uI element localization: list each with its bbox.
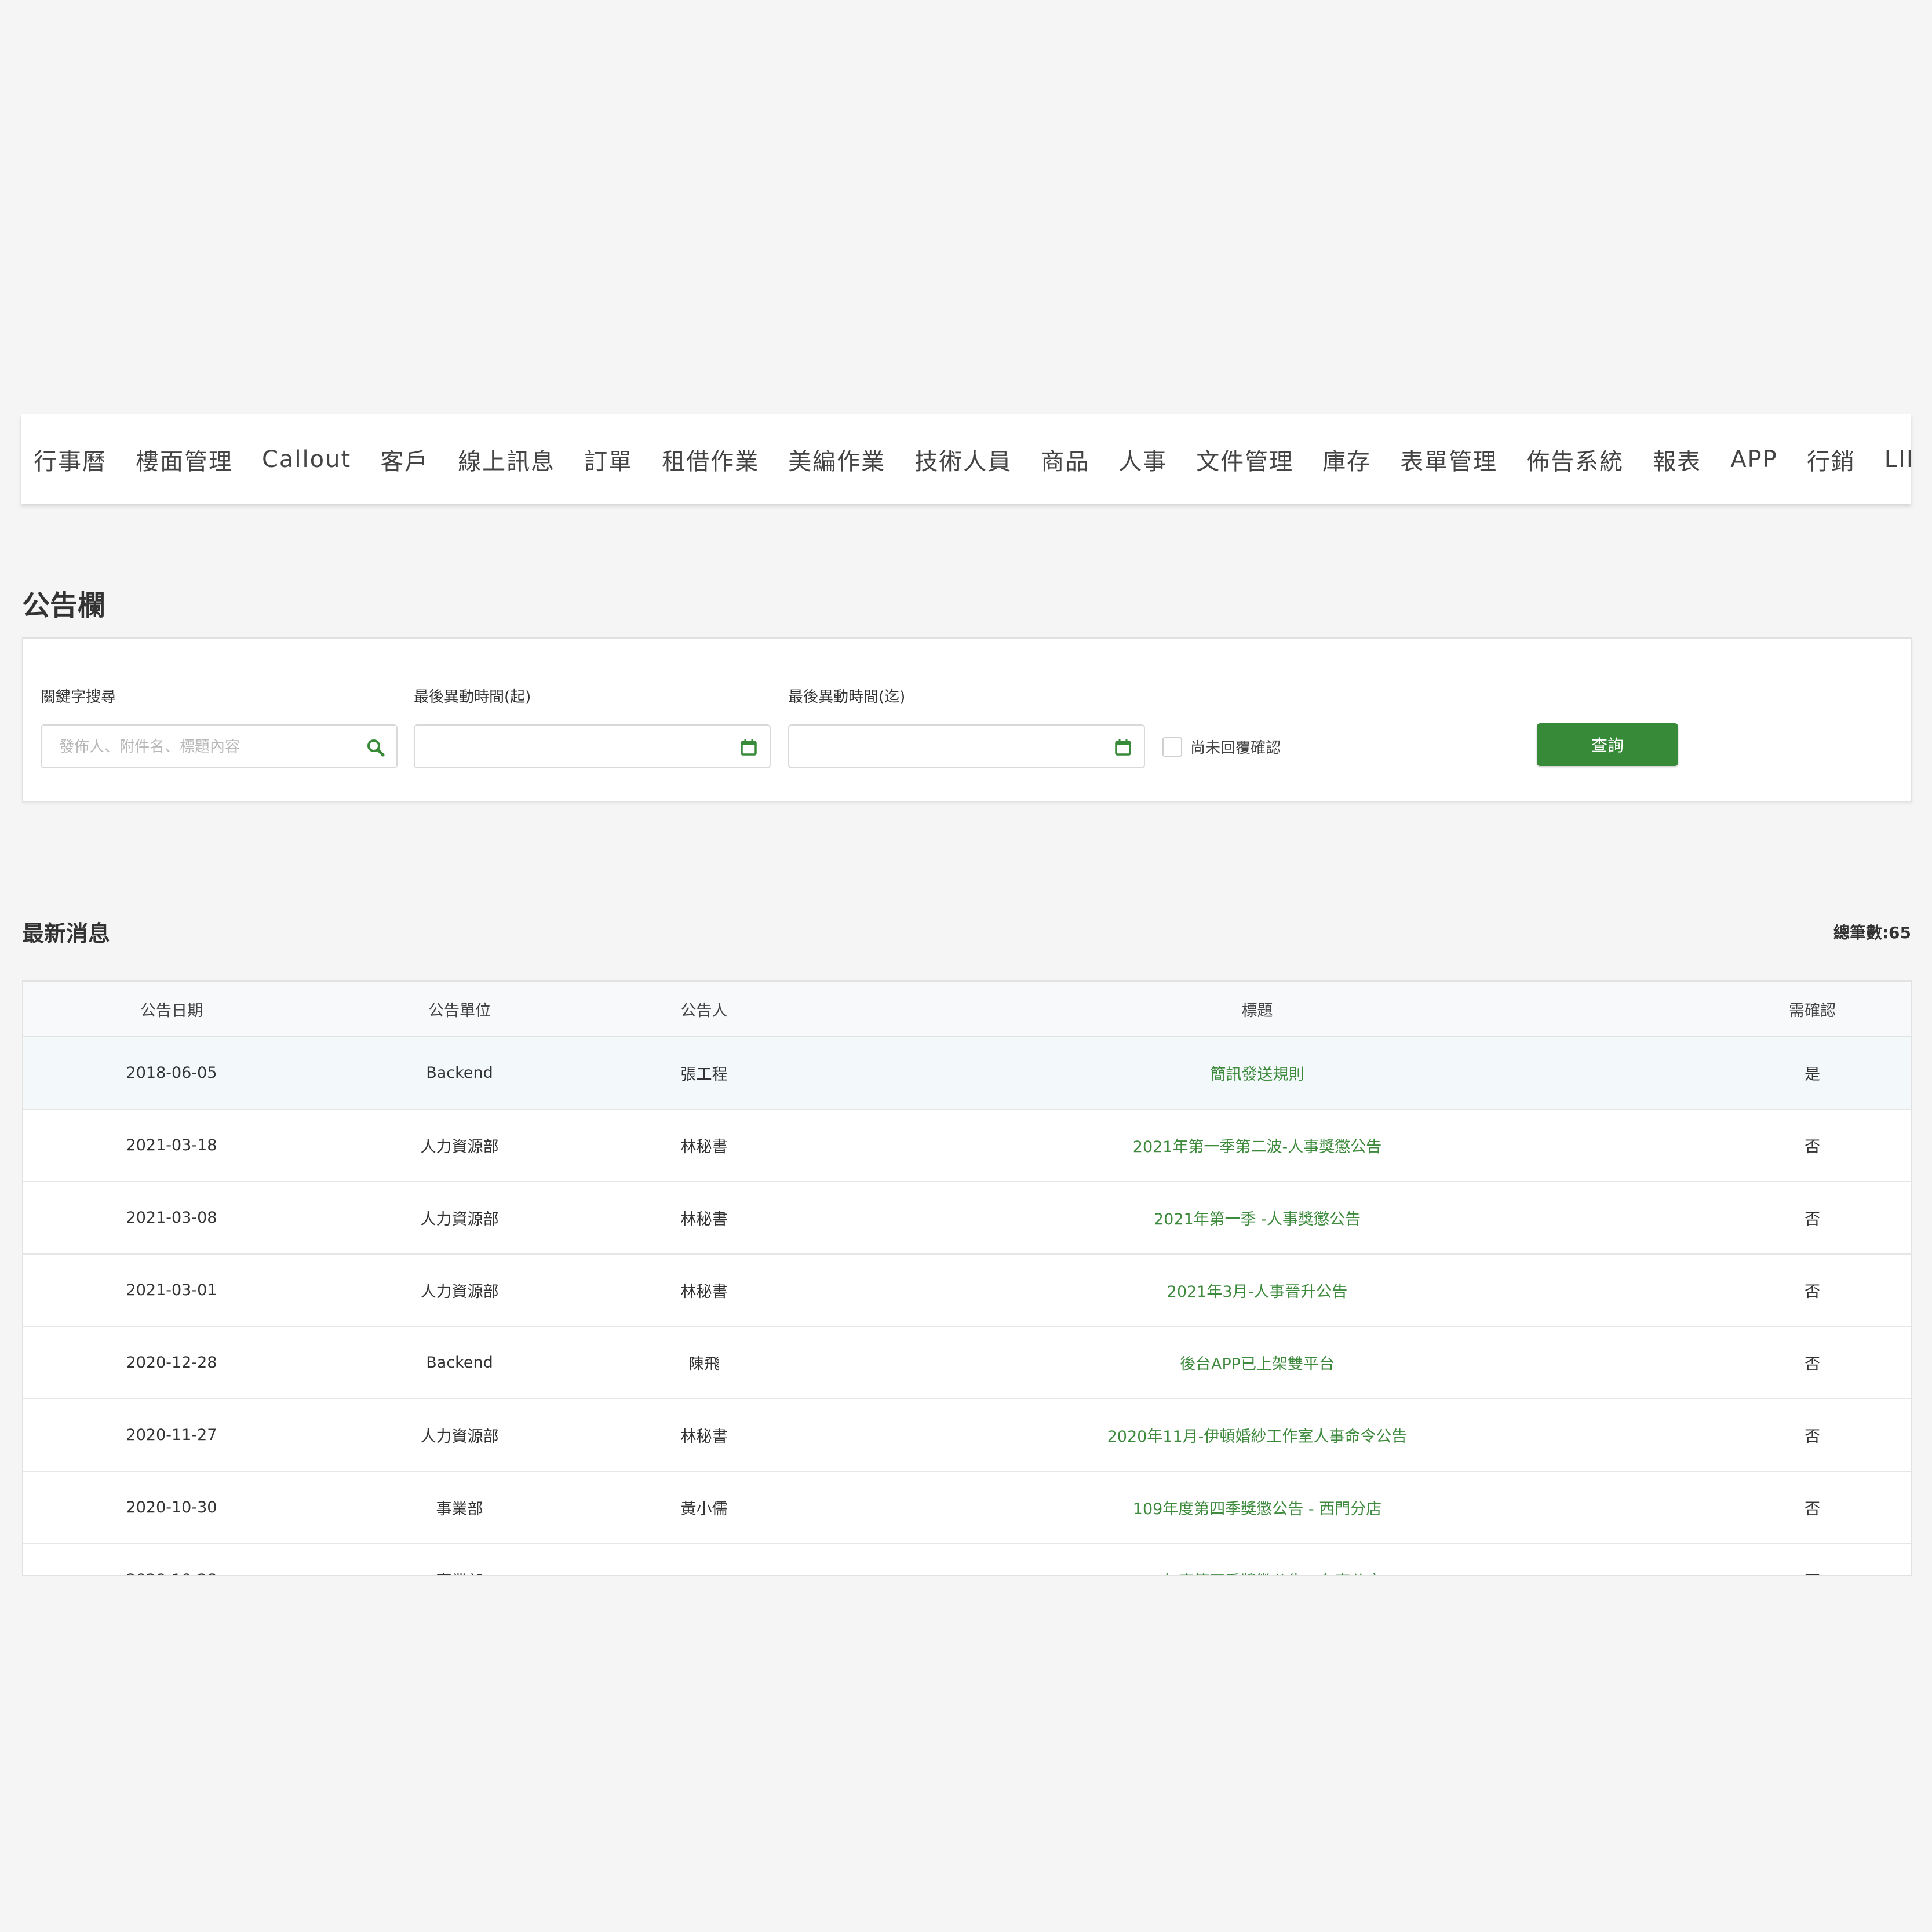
cell-date: 2021-03-01 [23, 1254, 320, 1327]
cell-person: 陳飛 [599, 1326, 809, 1399]
table-row[interactable]: 2020-10-30 事業部 黃小儒 109年度第四季獎懲公告 - 西門分店 否 [23, 1471, 1911, 1544]
nav-item-line[interactable]: LINE [1884, 446, 1911, 473]
table-row[interactable]: 2020-10-28 事業部 109年度第四季獎懲公告 - 台南分店 否 [23, 1544, 1911, 1575]
query-button[interactable]: 查詢 [1537, 723, 1678, 766]
cell-title-link[interactable]: 2021年3月-人事晉升公告 [809, 1254, 1705, 1327]
cell-confirm: 否 [1705, 1254, 1911, 1327]
column-header-confirm[interactable]: 需確認 [1705, 982, 1911, 1037]
cell-unit: 人力資源部 [320, 1254, 599, 1327]
cell-title-link[interactable]: 2021年第一季第二波-人事獎懲公告 [809, 1109, 1705, 1182]
cell-person: 黃小儒 [599, 1471, 809, 1544]
search-panel: 關鍵字搜尋 最後異動時間(起) 最後異動時間(迄) 尚未回覆確認 查詢 [22, 637, 1912, 802]
cell-title-link[interactable]: 109年度第四季獎懲公告 - 西門分店 [809, 1471, 1705, 1544]
column-header-date[interactable]: 公告日期 [23, 982, 320, 1037]
cell-person: 林秘書 [599, 1254, 809, 1327]
nav-item-floor-management[interactable]: 樓面管理 [136, 443, 233, 476]
cell-title-link[interactable]: 簡訊發送規則 [809, 1037, 1705, 1110]
nav-item-forms[interactable]: 表單管理 [1400, 443, 1497, 476]
start-date-box [414, 724, 771, 768]
table-row[interactable]: 2021-03-01 人力資源部 林秘書 2021年3月-人事晉升公告 否 [23, 1254, 1911, 1327]
nav-item-technicians[interactable]: 技術人員 [914, 443, 1012, 476]
nav-item-online-messages[interactable]: 線上訊息 [458, 443, 555, 476]
total-count: 總筆數:65 [1833, 923, 1911, 942]
cell-title-link[interactable]: 後台APP已上架雙平台 [809, 1326, 1705, 1399]
keyword-search-box [41, 724, 398, 768]
news-table: 公告日期 公告單位 公告人 標題 需確認 2018-06-05 Backend … [22, 980, 1912, 1576]
cell-confirm: 是 [1705, 1037, 1911, 1110]
cell-person: 林秘書 [599, 1182, 809, 1255]
cell-person [599, 1544, 809, 1575]
cell-date: 2018-06-05 [23, 1037, 320, 1110]
column-header-unit[interactable]: 公告單位 [320, 982, 599, 1037]
column-header-title[interactable]: 標題 [809, 982, 1705, 1037]
keyword-label: 關鍵字搜尋 [41, 688, 116, 706]
cell-confirm: 否 [1705, 1544, 1911, 1575]
nav-item-reports[interactable]: 報表 [1653, 443, 1701, 476]
cell-confirm: 否 [1705, 1109, 1911, 1182]
cell-unit: 人力資源部 [320, 1399, 599, 1472]
table-row[interactable]: 2020-12-28 Backend 陳飛 後台APP已上架雙平台 否 [23, 1326, 1911, 1399]
top-nav: 行事曆 樓面管理 Callout 客戶 線上訊息 訂單 租借作業 美編作業 技術… [21, 414, 1911, 504]
cell-confirm: 否 [1705, 1399, 1911, 1472]
cell-unit: 人力資源部 [320, 1182, 599, 1255]
cell-unit: Backend [320, 1037, 599, 1110]
cell-unit: 事業部 [320, 1544, 599, 1575]
cell-date: 2020-12-28 [23, 1326, 320, 1399]
start-date-input[interactable] [431, 726, 723, 768]
nav-item-customers[interactable]: 客戶 [380, 443, 429, 476]
calendar-icon[interactable] [1114, 738, 1132, 757]
nav-item-app[interactable]: APP [1730, 446, 1778, 473]
nav-item-art-editing[interactable]: 美編作業 [788, 443, 885, 476]
keyword-search-input[interactable] [58, 726, 350, 768]
cell-unit: 人力資源部 [320, 1109, 599, 1182]
unconfirmed-filter: 尚未回覆確認 [1162, 736, 1281, 757]
cell-person: 張工程 [599, 1037, 809, 1110]
cell-title-link[interactable]: 2020年11月-伊頓婚紗工作室人事命令公告 [809, 1399, 1705, 1472]
nav-item-calendar[interactable]: 行事曆 [34, 443, 107, 476]
cell-date: 2020-11-27 [23, 1399, 320, 1472]
cell-unit: 事業部 [320, 1471, 599, 1544]
news-section-title: 最新消息 [22, 921, 111, 946]
end-date-input[interactable] [805, 726, 1098, 768]
cell-confirm: 否 [1705, 1471, 1911, 1544]
cell-title-link[interactable]: 2021年第一季 -人事獎懲公告 [809, 1182, 1705, 1255]
nav-item-marketing[interactable]: 行銷 [1807, 443, 1856, 476]
table-row[interactable]: 2021-03-08 人力資源部 林秘書 2021年第一季 -人事獎懲公告 否 [23, 1182, 1911, 1255]
unconfirmed-checkbox[interactable] [1162, 737, 1182, 757]
cell-person: 林秘書 [599, 1399, 809, 1472]
table-row[interactable]: 2018-06-05 Backend 張工程 簡訊發送規則 是 [23, 1037, 1911, 1110]
table-row[interactable]: 2021-03-18 人力資源部 林秘書 2021年第一季第二波-人事獎懲公告 … [23, 1109, 1911, 1182]
cell-date: 2020-10-30 [23, 1471, 320, 1544]
unconfirmed-checkbox-label[interactable]: 尚未回覆確認 [1190, 736, 1281, 757]
search-icon[interactable] [366, 738, 385, 757]
nav-item-products[interactable]: 商品 [1041, 443, 1089, 476]
end-date-box [788, 724, 1145, 768]
nav-item-callout[interactable]: Callout [262, 446, 351, 473]
cell-person: 林秘書 [599, 1109, 809, 1182]
cell-date: 2021-03-08 [23, 1182, 320, 1255]
nav-item-documents[interactable]: 文件管理 [1196, 443, 1293, 476]
end-time-label: 最後異動時間(迄) [788, 688, 906, 706]
cell-confirm: 否 [1705, 1326, 1911, 1399]
nav-item-bulletin[interactable]: 佈告系統 [1526, 443, 1624, 476]
cell-date: 2021-03-18 [23, 1109, 320, 1182]
start-time-label: 最後異動時間(起) [414, 688, 531, 706]
calendar-icon[interactable] [739, 738, 758, 757]
cell-confirm: 否 [1705, 1182, 1911, 1255]
nav-item-orders[interactable]: 訂單 [584, 443, 633, 476]
nav-item-personnel[interactable]: 人事 [1118, 443, 1167, 476]
column-header-person[interactable]: 公告人 [599, 982, 809, 1037]
page-title: 公告欄 [22, 589, 106, 622]
cell-title-link[interactable]: 109年度第四季獎懲公告 - 台南分店 [809, 1544, 1705, 1575]
table-header-row: 公告日期 公告單位 公告人 標題 需確認 [23, 982, 1911, 1037]
table-row[interactable]: 2020-11-27 人力資源部 林秘書 2020年11月-伊頓婚紗工作室人事命… [23, 1399, 1911, 1472]
cell-unit: Backend [320, 1326, 599, 1399]
cell-date: 2020-10-28 [23, 1544, 320, 1575]
nav-item-rentals[interactable]: 租借作業 [662, 443, 759, 476]
nav-item-inventory[interactable]: 庫存 [1322, 443, 1371, 476]
